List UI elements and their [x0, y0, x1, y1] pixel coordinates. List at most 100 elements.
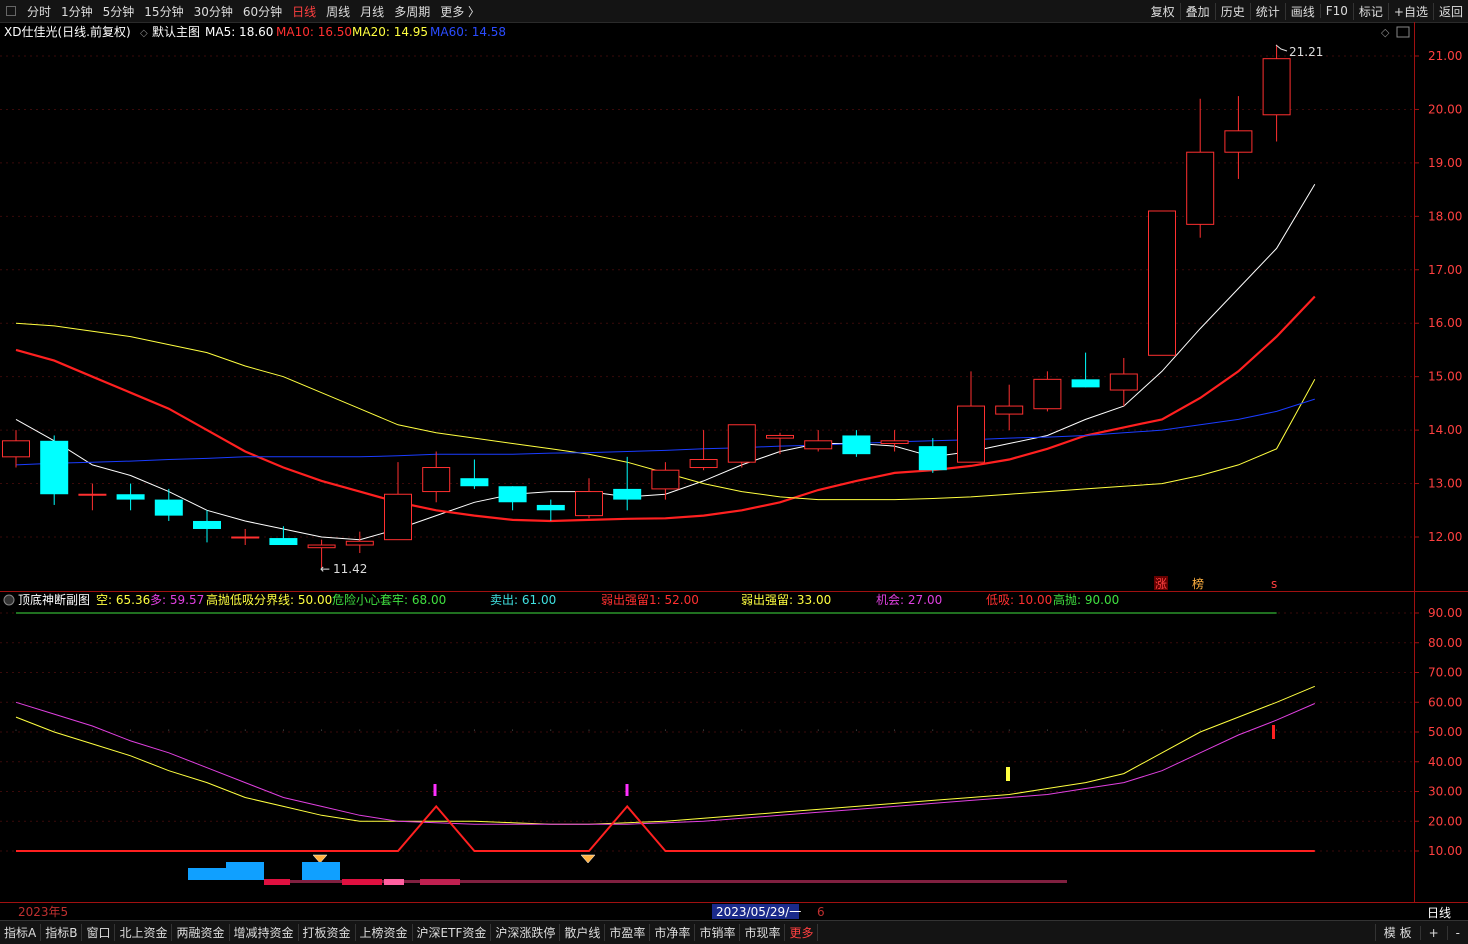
- indicator-tab[interactable]: 市现率: [740, 924, 786, 941]
- sub-lines: ˙ ˙ ˙ ˙ ˙ ˙ ˙ ˙ ˙ ˙ ˙ ˙ ˙ ˙ ˙ ˙ ˙ ˙ ˙ ˙ ˙ ˙ ˙ ˙ ˙ ˙ ˙ ˙ ˙ ˙ ˙ ˙ ˙ ˙: [14, 612, 1315, 885]
- tool-button[interactable]: F10: [1319, 4, 1353, 18]
- candle-body: [613, 488, 642, 500]
- price-tick-label: 18.00: [1428, 209, 1462, 223]
- candle-body: [1033, 378, 1062, 410]
- indicator-tab[interactable]: 北上资金: [115, 924, 173, 941]
- period-tab[interactable]: 15分钟: [139, 3, 188, 20]
- tool-button[interactable]: 统计: [1249, 2, 1285, 20]
- candle-body: [804, 440, 833, 450]
- dot-mark: ˙: [969, 729, 973, 738]
- sub-tick-label: 40.00: [1428, 755, 1462, 769]
- collapse-icon[interactable]: ◇: [140, 28, 148, 39]
- kline-chart[interactable]: XD仕佳光(日线.前复权) ◇ 默认主图 MA5: 18.60 MA10: 16…: [0, 22, 1468, 920]
- tool-button[interactable]: 返回: [1432, 2, 1468, 20]
- indicator-tab[interactable]: 指标B: [41, 924, 83, 941]
- period-toolbar: 分时 1分钟 5分钟 15分钟 30分钟 60分钟 日线 周线 月线 多周期 更多 〉 复权 叠加 历史…: [0, 0, 1468, 23]
- candle-body: [78, 493, 107, 496]
- sub-collapse-icon[interactable]: [3, 594, 15, 606]
- signal-stick: [1006, 767, 1010, 781]
- period-tab[interactable]: 5分钟: [98, 3, 140, 20]
- dot-mark: ˙: [549, 729, 553, 738]
- indicator-tab[interactable]: 沪深ETF资金: [413, 924, 492, 941]
- bottom-right-button[interactable]: -: [1446, 925, 1468, 940]
- menu-icon[interactable]: [6, 6, 16, 16]
- dot-mark: ˙: [854, 729, 858, 738]
- indicator-tab[interactable]: 散户线: [560, 924, 606, 941]
- dot-mark: ˙: [90, 729, 94, 738]
- period-tab[interactable]: 日线: [287, 3, 321, 20]
- indicator-tab[interactable]: 市净率: [650, 924, 696, 941]
- indicator-tab[interactable]: 沪深涨跌停: [491, 924, 561, 941]
- candle-body: [1071, 379, 1100, 388]
- candle-body: [269, 538, 298, 546]
- dot-mark: ˙: [893, 729, 897, 738]
- legend-ma10: MA10: 16.50: [276, 25, 352, 39]
- bottom-right-button[interactable]: 模 板: [1374, 924, 1420, 941]
- cursor-date: 2023/05/29/一: [716, 905, 801, 919]
- period-tab[interactable]: 60分钟: [238, 3, 287, 20]
- dot-mark: ˙: [702, 729, 706, 738]
- candle-body: [231, 536, 260, 539]
- dot-mark: ˙: [1275, 729, 1279, 738]
- settings-diamond-icon[interactable]: ◇: [1381, 26, 1390, 39]
- period-tab[interactable]: 周线: [321, 3, 355, 20]
- candle-body: [727, 424, 756, 463]
- indicator-tab[interactable]: 窗口: [82, 924, 116, 941]
- period-tab[interactable]: 分时: [22, 3, 56, 20]
- indicator-tab[interactable]: 指标A: [0, 924, 42, 941]
- sub-title[interactable]: 顶底神断副图: [18, 592, 90, 607]
- flow-bar: [188, 868, 226, 880]
- candles: [2, 44, 1291, 568]
- dot-mark: ˙: [281, 729, 285, 738]
- price-axis: 21.00 20.00 19.00 18.00 17.00 16.00 15.00 14.00…: [1414, 49, 1462, 544]
- price-tick-label: 19.00: [1428, 156, 1462, 170]
- indicator-tab[interactable]: 市销率: [695, 924, 741, 941]
- period-tab[interactable]: 多周期: [389, 3, 435, 20]
- candle-body: [1224, 130, 1253, 153]
- indicator-tab[interactable]: 增减持资金: [230, 924, 299, 941]
- stock-name[interactable]: XD仕佳光(日线.前复权): [4, 24, 131, 39]
- indicator-tab[interactable]: 更多: [785, 924, 819, 941]
- candle-body: [957, 405, 985, 463]
- sub-legend-item: 弱出强留: 33.00: [741, 593, 831, 607]
- bottom-right-button[interactable]: +: [1419, 925, 1447, 940]
- high-pointer: [1275, 44, 1288, 52]
- tool-button[interactable]: 标记: [1352, 2, 1388, 20]
- dot-mark: ˙: [778, 729, 782, 738]
- sub-line: [15, 685, 1315, 825]
- indicator-tab[interactable]: 上榜资金: [356, 924, 413, 941]
- dot-mark: ˙: [1236, 729, 1240, 738]
- window-icon[interactable]: [1396, 26, 1410, 38]
- sub-legend-item: 危险小心套牢: 68.00: [332, 592, 446, 607]
- dot-mark: ˙: [1160, 729, 1164, 738]
- candle-body: [498, 486, 527, 503]
- sub-tick-label: 90.00: [1428, 606, 1462, 620]
- main-template[interactable]: 默认主图: [152, 24, 200, 39]
- indicator-tab[interactable]: 市盈率: [605, 924, 651, 941]
- period-tab[interactable]: 1分钟: [56, 3, 98, 20]
- dot-mark: ˙: [14, 729, 18, 738]
- dot-mark: ˙: [1045, 729, 1049, 738]
- dot-mark: ˙: [396, 729, 400, 738]
- tool-button[interactable]: +自选: [1387, 2, 1433, 20]
- chart-tools: 复权 叠加 历史 统计 画线 F10 标记 +自选 返回: [1146, 0, 1468, 22]
- price-tick-label: 13.00: [1428, 477, 1462, 491]
- candle-body: [384, 493, 412, 541]
- period-tab[interactable]: 月线: [355, 3, 389, 20]
- tool-button[interactable]: 画线: [1284, 2, 1320, 20]
- tool-button[interactable]: 叠加: [1179, 2, 1215, 20]
- tool-button[interactable]: 复权: [1146, 3, 1180, 20]
- candle-body: [880, 440, 909, 444]
- indicator-tab[interactable]: 两融资金: [172, 924, 230, 941]
- dot-mark: ˙: [434, 729, 438, 738]
- low-arrow-icon: ←: [320, 562, 330, 576]
- indicator-tab[interactable]: 打板资金: [299, 924, 356, 941]
- sub-legend-item: 弱出强留1: 52.00: [601, 593, 699, 607]
- candle-body: [766, 434, 794, 439]
- sub-tick-label: 20.00: [1428, 814, 1462, 828]
- sub-legend-item: 空: 65.36: [96, 593, 150, 607]
- tool-button[interactable]: 历史: [1214, 2, 1250, 20]
- period-tab[interactable]: 30分钟: [189, 3, 238, 20]
- sub-legend-item: 高抛低吸分界线: 50.00: [206, 592, 332, 607]
- period-tab[interactable]: 更多 〉: [435, 3, 485, 20]
